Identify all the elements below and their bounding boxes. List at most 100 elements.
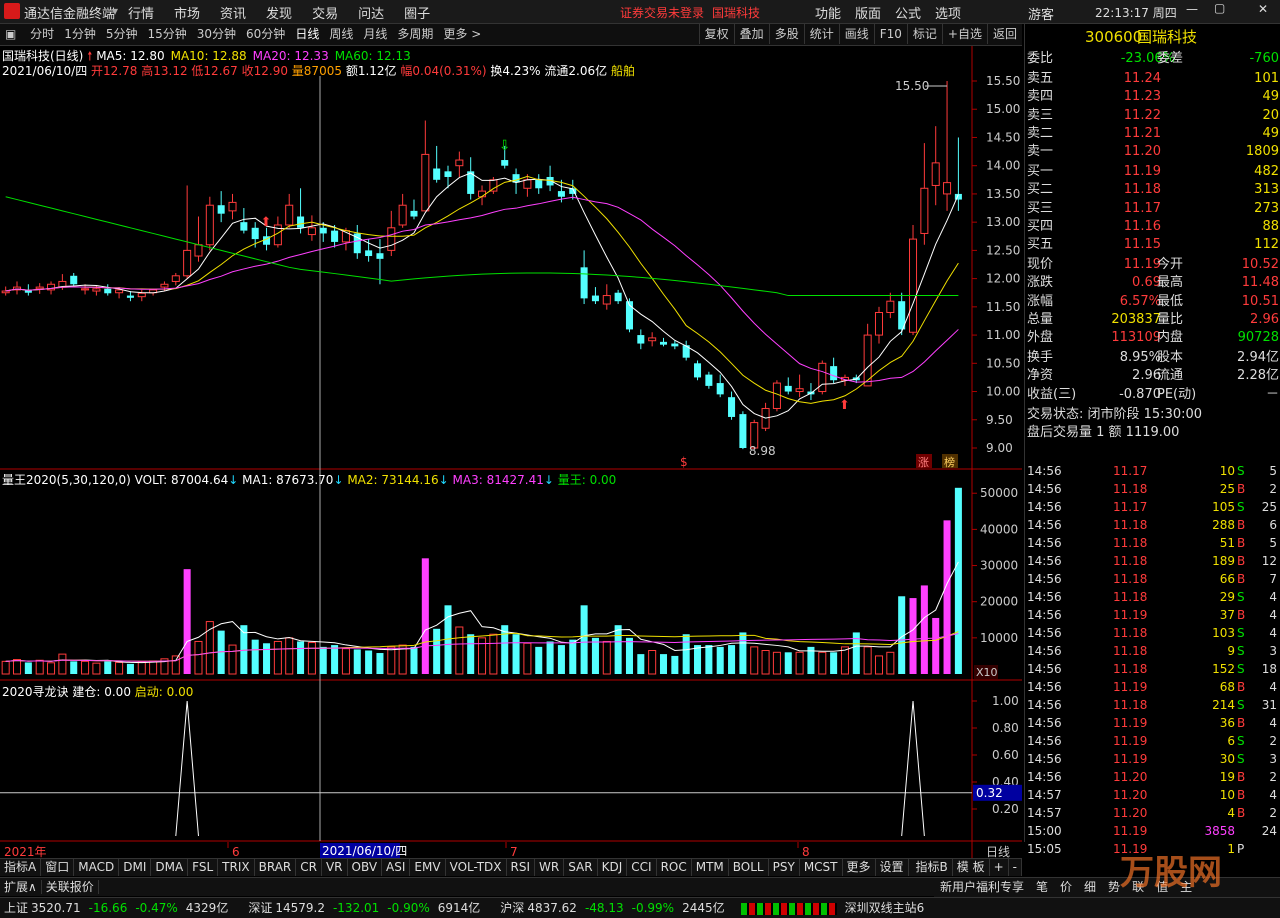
- login-notice[interactable]: 证券交易未登录: [620, 4, 704, 21]
- toolbar-button[interactable]: 复权: [698, 24, 734, 44]
- menu-item[interactable]: 问达: [358, 3, 384, 22]
- indicator-tab[interactable]: KDJ: [598, 859, 628, 876]
- toolbar-button[interactable]: 统计: [803, 24, 839, 44]
- candle[interactable]: [705, 371, 713, 389]
- candle[interactable]: [659, 337, 668, 347]
- candle[interactable]: [467, 157, 475, 200]
- candle[interactable]: [830, 357, 838, 384]
- indicator-tab-right[interactable]: +: [990, 859, 1009, 876]
- period-tab[interactable]: 15分钟: [142, 24, 191, 44]
- server-name[interactable]: 深圳双线主站6: [845, 901, 925, 915]
- indicator-tab[interactable]: EMV: [410, 859, 446, 876]
- quote-tab[interactable]: 细: [1078, 878, 1102, 897]
- quote-tab[interactable]: 笔: [1030, 878, 1054, 897]
- indicator-tab-right[interactable]: 模 板: [953, 859, 990, 876]
- candle[interactable]: [784, 377, 792, 395]
- indicator-tab[interactable]: CCI: [627, 859, 657, 876]
- candle[interactable]: [920, 143, 929, 245]
- period-tab[interactable]: 日线: [290, 24, 324, 44]
- indicator-tab[interactable]: TRIX: [218, 859, 255, 876]
- indicator-tab[interactable]: VOL-TDX: [446, 859, 507, 876]
- period-tab[interactable]: 5分钟: [101, 24, 143, 44]
- period-label[interactable]: 日线: [986, 845, 1010, 859]
- candle[interactable]: [376, 239, 384, 285]
- candle[interactable]: [126, 291, 134, 302]
- right-menu-item[interactable]: 公式: [895, 7, 921, 22]
- indicator-tab[interactable]: 设置: [876, 859, 909, 876]
- index-sh[interactable]: 上证 3520.71 -16.66 -0.47% 4329亿: [4, 901, 236, 915]
- candle[interactable]: [35, 283, 44, 294]
- toolbar-button[interactable]: 叠加: [733, 24, 769, 44]
- candle[interactable]: [602, 284, 611, 310]
- indicator-tab[interactable]: DMI: [119, 859, 152, 876]
- indicator-tab[interactable]: CR: [296, 859, 322, 876]
- indicator-tab[interactable]: DMA: [151, 859, 189, 876]
- right-menu-item[interactable]: 功能: [815, 7, 841, 22]
- candle[interactable]: [728, 391, 736, 420]
- toolbar-grid-icon[interactable]: ▣: [0, 24, 21, 44]
- candle[interactable]: [682, 340, 690, 361]
- kline-chart[interactable]: 15.50 15.00 14.50 14.00 13.50 13.00 12.50 12.00…: [0, 46, 1022, 859]
- toolbar-button[interactable]: 多股: [768, 24, 804, 44]
- candle[interactable]: [12, 281, 22, 295]
- candle[interactable]: [772, 380, 781, 412]
- period-tab[interactable]: 周线: [324, 24, 358, 44]
- candle[interactable]: [285, 193, 294, 228]
- index-sz[interactable]: 深证 14579.2 -132.01 -0.90% 6914亿: [248, 901, 488, 915]
- candle[interactable]: [228, 193, 237, 220]
- menu-item[interactable]: 交易: [312, 3, 338, 22]
- indicator-tab[interactable]: ROC: [657, 859, 692, 876]
- right-menu-item[interactable]: 版面: [855, 7, 881, 22]
- period-tab[interactable]: 30分钟: [192, 24, 241, 44]
- indicator-tab[interactable]: FSL: [188, 859, 219, 876]
- indicator-tab[interactable]: OBV: [348, 859, 383, 876]
- indicator-tab[interactable]: SAR: [564, 859, 598, 876]
- quote-tab[interactable]: 价: [1054, 878, 1078, 897]
- candle[interactable]: [795, 374, 804, 398]
- indicator-tab[interactable]: MTM: [692, 859, 729, 876]
- candle[interactable]: [240, 208, 248, 234]
- candle[interactable]: [137, 289, 146, 302]
- candle[interactable]: [648, 332, 657, 347]
- candle[interactable]: [909, 224, 918, 336]
- candle[interactable]: [580, 250, 588, 305]
- candle[interactable]: [625, 298, 633, 333]
- candle[interactable]: [535, 174, 543, 194]
- period-tab[interactable]: 分时: [25, 24, 59, 44]
- candle[interactable]: [307, 215, 316, 241]
- period-tab[interactable]: 60分钟: [241, 24, 290, 44]
- candle[interactable]: [546, 165, 554, 192]
- period-tab[interactable]: 多周期: [392, 24, 438, 44]
- bottom-tab[interactable]: 关联报价: [41, 880, 99, 894]
- toolbar-button[interactable]: 画线: [838, 24, 874, 44]
- indicator-tab-right[interactable]: 指标B: [912, 859, 953, 876]
- candle[interactable]: [194, 216, 203, 262]
- candle[interactable]: [217, 191, 225, 223]
- candle[interactable]: [410, 199, 418, 220]
- indicator-tab[interactable]: ASI: [382, 859, 411, 876]
- candle[interactable]: [637, 329, 645, 350]
- candle[interactable]: [171, 272, 180, 286]
- candle[interactable]: [398, 193, 407, 228]
- menu-item[interactable]: 行情: [128, 3, 154, 22]
- period-tab[interactable]: 月线: [358, 24, 392, 44]
- user-label[interactable]: 游客: [1028, 4, 1054, 23]
- candle[interactable]: [818, 360, 827, 395]
- candle[interactable]: [183, 185, 192, 279]
- indicator-tab[interactable]: MCST: [800, 859, 843, 876]
- candle[interactable]: [455, 151, 464, 177]
- candle[interactable]: [739, 411, 747, 450]
- toolbar-button[interactable]: 返回: [986, 24, 1022, 44]
- indicator-tab[interactable]: 更多: [843, 859, 876, 876]
- indicator-tab[interactable]: PSY: [769, 859, 800, 876]
- period-tab[interactable]: 更多 >: [438, 24, 486, 44]
- indicator-tab[interactable]: RSI: [507, 859, 536, 876]
- menu-item[interactable]: 发现: [266, 3, 292, 22]
- candle[interactable]: [898, 292, 906, 336]
- maximize-icon[interactable]: ▢: [1214, 1, 1225, 15]
- candle[interactable]: [614, 289, 622, 305]
- indicator-tab[interactable]: WR: [535, 859, 565, 876]
- candle[interactable]: [931, 126, 940, 206]
- candle[interactable]: [421, 120, 430, 212]
- candle[interactable]: [297, 188, 305, 234]
